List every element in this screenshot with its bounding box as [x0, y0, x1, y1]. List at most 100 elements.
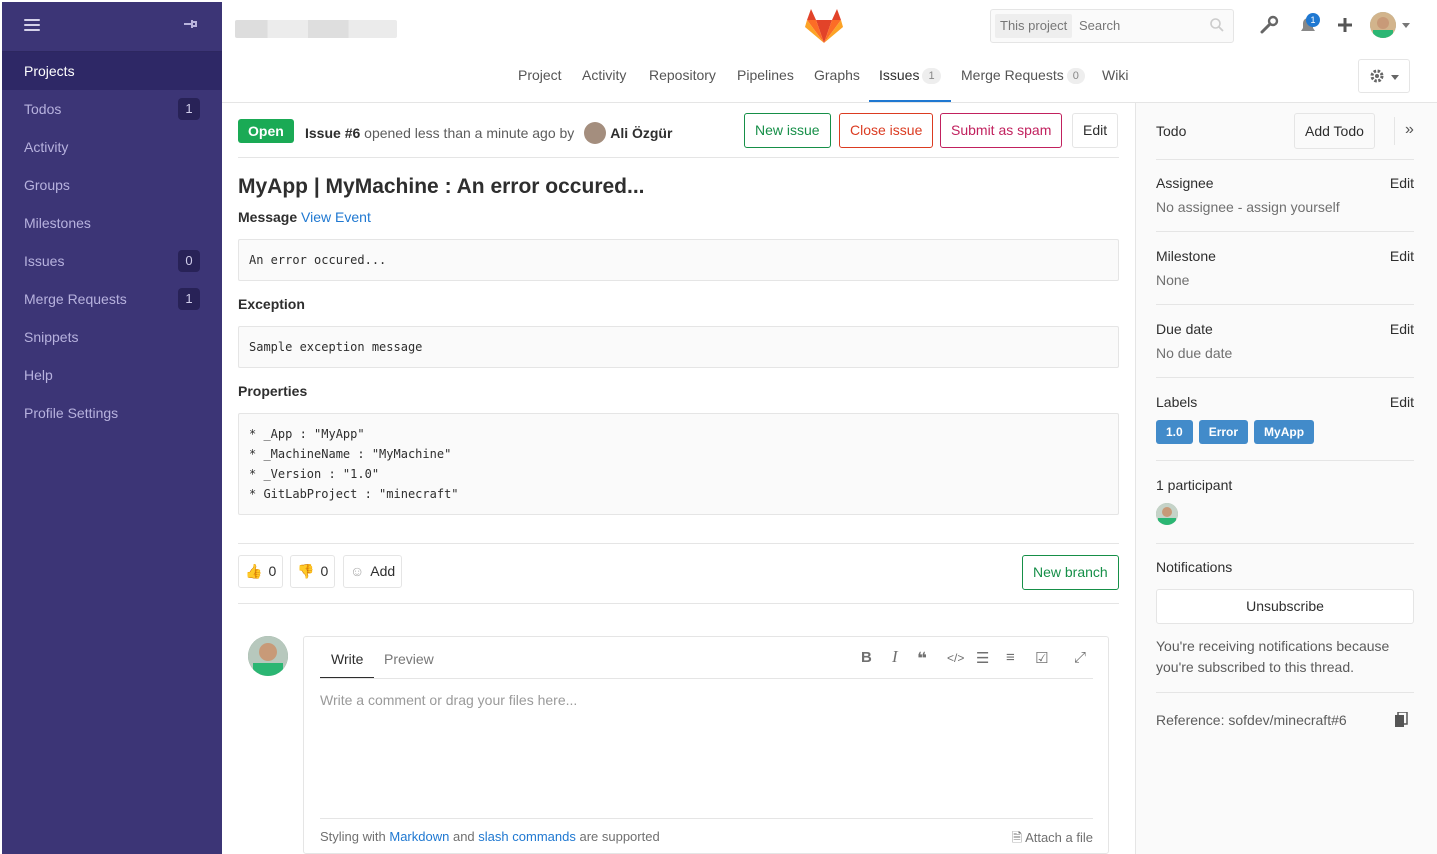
comment-textarea[interactable]: Write a comment or drag your files here.… — [320, 678, 1093, 819]
sidebar-item-issues[interactable]: Issues 0 — [2, 242, 222, 280]
footer-text: Styling with — [320, 829, 386, 844]
sidebar-item-label: Help — [24, 367, 53, 383]
milestone-value: None — [1156, 272, 1190, 288]
tab-activity[interactable]: Activity — [582, 55, 626, 102]
notifications-block: Notifications Unsubscribe You're receivi… — [1156, 559, 1414, 693]
tab-preview[interactable]: Preview — [373, 647, 445, 679]
footer-text: and — [452, 829, 475, 844]
italic-icon[interactable]: I — [892, 647, 898, 667]
thumbs-down-award[interactable]: 👎 0 — [290, 555, 336, 588]
issue-number: Issue #6 — [305, 125, 361, 141]
sidebar-item-label: Milestones — [24, 215, 91, 231]
properties-codeblock: * _App : "MyApp" * _MachineName : "MyMac… — [238, 413, 1119, 515]
edit-issue-button[interactable]: Edit — [1072, 113, 1119, 148]
sidebar-item-snippets[interactable]: Snippets — [2, 318, 222, 356]
bullet-list-icon[interactable]: ☰ — [976, 649, 989, 667]
message-codeblock: An error occured... — [238, 239, 1119, 281]
close-issue-button[interactable]: Close issue — [839, 113, 934, 148]
tab-project[interactable]: Project — [518, 55, 562, 102]
status-badge: Open — [238, 119, 294, 143]
attach-file-button[interactable]: 🗎 Attach a file — [1012, 829, 1093, 851]
assignee-label: Assignee — [1156, 175, 1214, 191]
labels-edit-link[interactable]: Edit — [1390, 394, 1414, 410]
sidebar-item-activity[interactable]: Activity — [2, 128, 222, 166]
view-event-link[interactable]: View Event — [301, 209, 371, 225]
copy-clipboard-icon[interactable] — [1394, 711, 1408, 731]
thumbs-up-icon: 👍 — [245, 563, 263, 579]
labels-list: 1.0 Error MyApp — [1156, 420, 1414, 444]
property-line: * _Version : "1.0" — [249, 467, 380, 481]
author-avatar[interactable] — [584, 122, 607, 144]
divider — [1394, 117, 1395, 145]
message-label: Message — [238, 209, 298, 225]
new-issue-button[interactable]: New issue — [744, 113, 831, 148]
smiley-icon: ☺ — [350, 563, 365, 579]
message-label-row: Message View Event — [238, 209, 371, 225]
settings-dropdown-button[interactable] — [1358, 59, 1410, 93]
add-emoji-button[interactable]: ☺ Add — [343, 555, 403, 588]
new-branch-button[interactable]: New branch — [1022, 555, 1119, 590]
tab-label: Pipelines — [737, 67, 794, 83]
wrench-icon[interactable] — [1258, 14, 1280, 36]
property-line: * _App : "MyApp" — [249, 427, 365, 441]
assignee-edit-link[interactable]: Edit — [1390, 175, 1414, 191]
participant-avatar[interactable] — [1156, 503, 1178, 525]
sidebar-item-help[interactable]: Help — [2, 356, 222, 394]
search-scope-badge[interactable]: This project — [995, 14, 1073, 38]
reference-text: Reference: sofdev/minecraft#6 — [1156, 712, 1347, 728]
sidebar-item-groups[interactable]: Groups — [2, 166, 222, 204]
sidebar-item-todos[interactable]: Todos 1 — [2, 90, 222, 128]
user-avatar[interactable] — [1370, 12, 1396, 38]
hamburger-icon[interactable] — [24, 19, 40, 33]
gear-icon — [1370, 69, 1384, 83]
unsubscribe-button[interactable]: Unsubscribe — [1156, 589, 1414, 624]
exception-label: Exception — [238, 296, 305, 312]
comment-form: Write Preview B I ❝ </> ☰ ≡ ☑ ⤢ Write a … — [303, 636, 1109, 854]
label-pill[interactable]: 1.0 — [1156, 420, 1193, 444]
tab-wiki[interactable]: Wiki — [1102, 55, 1128, 102]
submit-spam-button[interactable]: Submit as spam — [940, 113, 1063, 148]
tab-label: Wiki — [1102, 67, 1129, 83]
label-pill[interactable]: Error — [1198, 420, 1249, 444]
author-name[interactable]: Ali Özgür — [610, 125, 672, 141]
tab-label: Merge Requests — [961, 67, 1064, 83]
sidebar-item-merge-requests[interactable]: Merge Requests 1 — [2, 280, 222, 318]
bold-icon[interactable]: B — [861, 649, 872, 666]
label-pill[interactable]: MyApp — [1254, 420, 1315, 444]
property-line: * _MachineName : "MyMachine" — [249, 447, 452, 461]
sidebar-item-projects[interactable]: Projects — [2, 52, 222, 90]
slash-commands-link[interactable]: slash commands — [478, 829, 576, 844]
add-todo-button[interactable]: Add Todo — [1294, 113, 1375, 149]
footer-text: are supported — [579, 829, 660, 844]
tab-repository[interactable]: Repository — [649, 55, 716, 102]
markdown-link[interactable]: Markdown — [389, 829, 449, 844]
tab-issues[interactable]: Issues 1 — [869, 55, 951, 102]
gitlab-logo-icon[interactable] — [804, 8, 844, 44]
sidebar-item-milestones[interactable]: Milestones — [2, 204, 222, 242]
fullscreen-icon[interactable]: ⤢ — [1074, 649, 1086, 666]
thumbs-up-award[interactable]: 👍 0 — [238, 555, 284, 588]
numbered-list-icon[interactable]: ≡ — [1006, 649, 1015, 666]
task-list-icon[interactable]: ☑ — [1035, 649, 1048, 667]
quote-icon[interactable]: ❝ — [917, 649, 927, 669]
milestone-edit-link[interactable]: Edit — [1390, 248, 1414, 264]
merge-requests-badge: 1 — [178, 288, 200, 310]
assignee-value[interactable]: No assignee - assign yourself — [1156, 199, 1414, 215]
search-box[interactable]: This project Search — [990, 9, 1234, 43]
tab-pipelines[interactable]: Pipelines — [737, 55, 794, 102]
search-input[interactable]: Search — [1079, 18, 1120, 33]
due-date-edit-link[interactable]: Edit — [1390, 321, 1414, 337]
issue-opened-text: opened less than a minute ago by — [364, 125, 575, 141]
tab-graphs[interactable]: Graphs — [814, 55, 860, 102]
comment-footer: Styling with Markdown and slash commands… — [320, 829, 660, 844]
collapse-sidebar-icon[interactable]: » — [1405, 121, 1414, 139]
plus-icon[interactable] — [1334, 14, 1356, 36]
tab-merge-requests[interactable]: Merge Requests 0 — [961, 55, 1085, 102]
todos-icon[interactable]: 1 — [1297, 13, 1320, 36]
pin-icon[interactable] — [182, 17, 198, 34]
chevron-down-icon[interactable] — [1402, 23, 1410, 28]
tab-write[interactable]: Write — [320, 647, 375, 679]
sidebar-item-profile-settings[interactable]: Profile Settings — [2, 394, 222, 432]
issue-title: MyApp | MyMachine : An error occured... — [238, 175, 645, 198]
code-icon[interactable]: </> — [947, 651, 964, 665]
